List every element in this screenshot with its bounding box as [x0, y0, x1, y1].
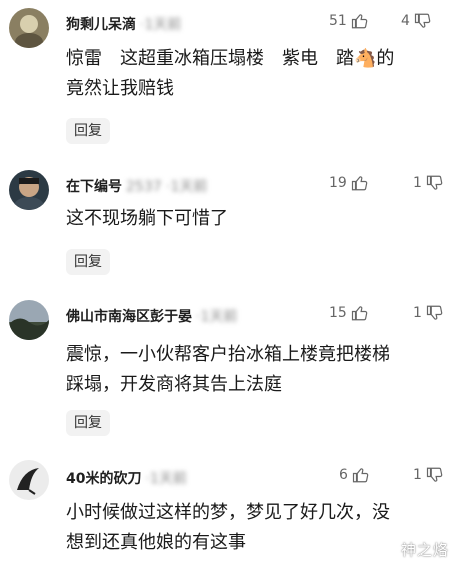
like-button[interactable]: 15	[329, 304, 369, 322]
like-button[interactable]: 6	[339, 466, 370, 484]
dislike-count: 1	[413, 305, 422, 321]
like-button[interactable]: 51	[329, 12, 369, 30]
comment-meta: ·1天前	[145, 471, 187, 487]
comment-text: 震惊，一小伙帮客户抬冰箱上楼竟把楼梯 踩塌，开发商将其告上法庭	[66, 344, 390, 395]
comment-item: 佛山市南海区彭于晏 ·1天前 15 1 震惊，一小伙帮客户抬冰箱上楼竟把楼梯 踩塌…	[0, 292, 457, 442]
like-count: 19	[329, 175, 347, 191]
thumbs-down-icon	[426, 467, 443, 482]
thumbs-down-icon	[426, 175, 443, 190]
thumbs-up-icon	[351, 176, 368, 191]
comment-meta: 2537 ·1天前	[126, 179, 208, 195]
reply-button[interactable]: 回复	[66, 249, 110, 275]
like-button[interactable]: 19	[329, 174, 369, 192]
dislike-count: 1	[413, 175, 422, 191]
comment-text: 这不现场躺下可惜了	[66, 208, 228, 229]
comment-meta: ·1天前	[196, 309, 238, 325]
like-count: 15	[329, 305, 347, 321]
dislike-button[interactable]: 1	[413, 174, 444, 192]
comment-text: 惊雷 这超重冰箱压塌楼 紫电 踏🐴的 竟然让我赔钱	[66, 48, 395, 99]
avatar[interactable]	[9, 8, 49, 48]
reply-button[interactable]: 回复	[66, 410, 110, 436]
reply-button[interactable]: 回复	[66, 118, 110, 144]
avatar[interactable]	[9, 170, 49, 210]
comment-text: 小时候做过这样的梦，梦见了好几次，没 想到还真他娘的有这事	[66, 502, 390, 553]
comment-username[interactable]: 狗剩儿呆滴 ·1天前	[66, 14, 181, 34]
thumbs-down-icon	[426, 305, 443, 320]
comment-item: 狗剩儿呆滴 ·1天前 51 4 惊雷 这超重冰箱压塌楼 紫电 踏🐴的 竟然让我赔钱…	[0, 0, 457, 150]
like-count: 6	[339, 467, 348, 483]
comment-username[interactable]: 在下编号 2537 ·1天前	[66, 176, 207, 196]
watermark: 神之烙	[400, 541, 449, 559]
comment-item: 在下编号 2537 ·1天前 19 1 这不现场躺下可惜了 回复	[0, 162, 457, 292]
like-count: 51	[329, 13, 347, 29]
thumbs-down-icon	[414, 13, 431, 28]
comment-item: 40米的砍刀 ·1天前 6 1 小时候做过这样的梦，梦见了好几次，没 想到还真他娘…	[0, 456, 457, 566]
dislike-count: 4	[401, 13, 410, 29]
thumbs-up-icon	[351, 14, 368, 29]
thumbs-up-icon	[352, 468, 369, 483]
comment-meta: ·1天前	[140, 17, 182, 33]
comment-username[interactable]: 40米的砍刀 ·1天前	[66, 468, 187, 488]
dislike-button[interactable]: 1	[413, 466, 444, 484]
dislike-button[interactable]: 1	[413, 304, 444, 322]
comment-username[interactable]: 佛山市南海区彭于晏 ·1天前	[66, 306, 237, 326]
dislike-count: 1	[413, 467, 422, 483]
thumbs-up-icon	[351, 306, 368, 321]
avatar[interactable]	[9, 460, 49, 500]
avatar[interactable]	[9, 300, 49, 340]
dislike-button[interactable]: 4	[401, 12, 432, 30]
